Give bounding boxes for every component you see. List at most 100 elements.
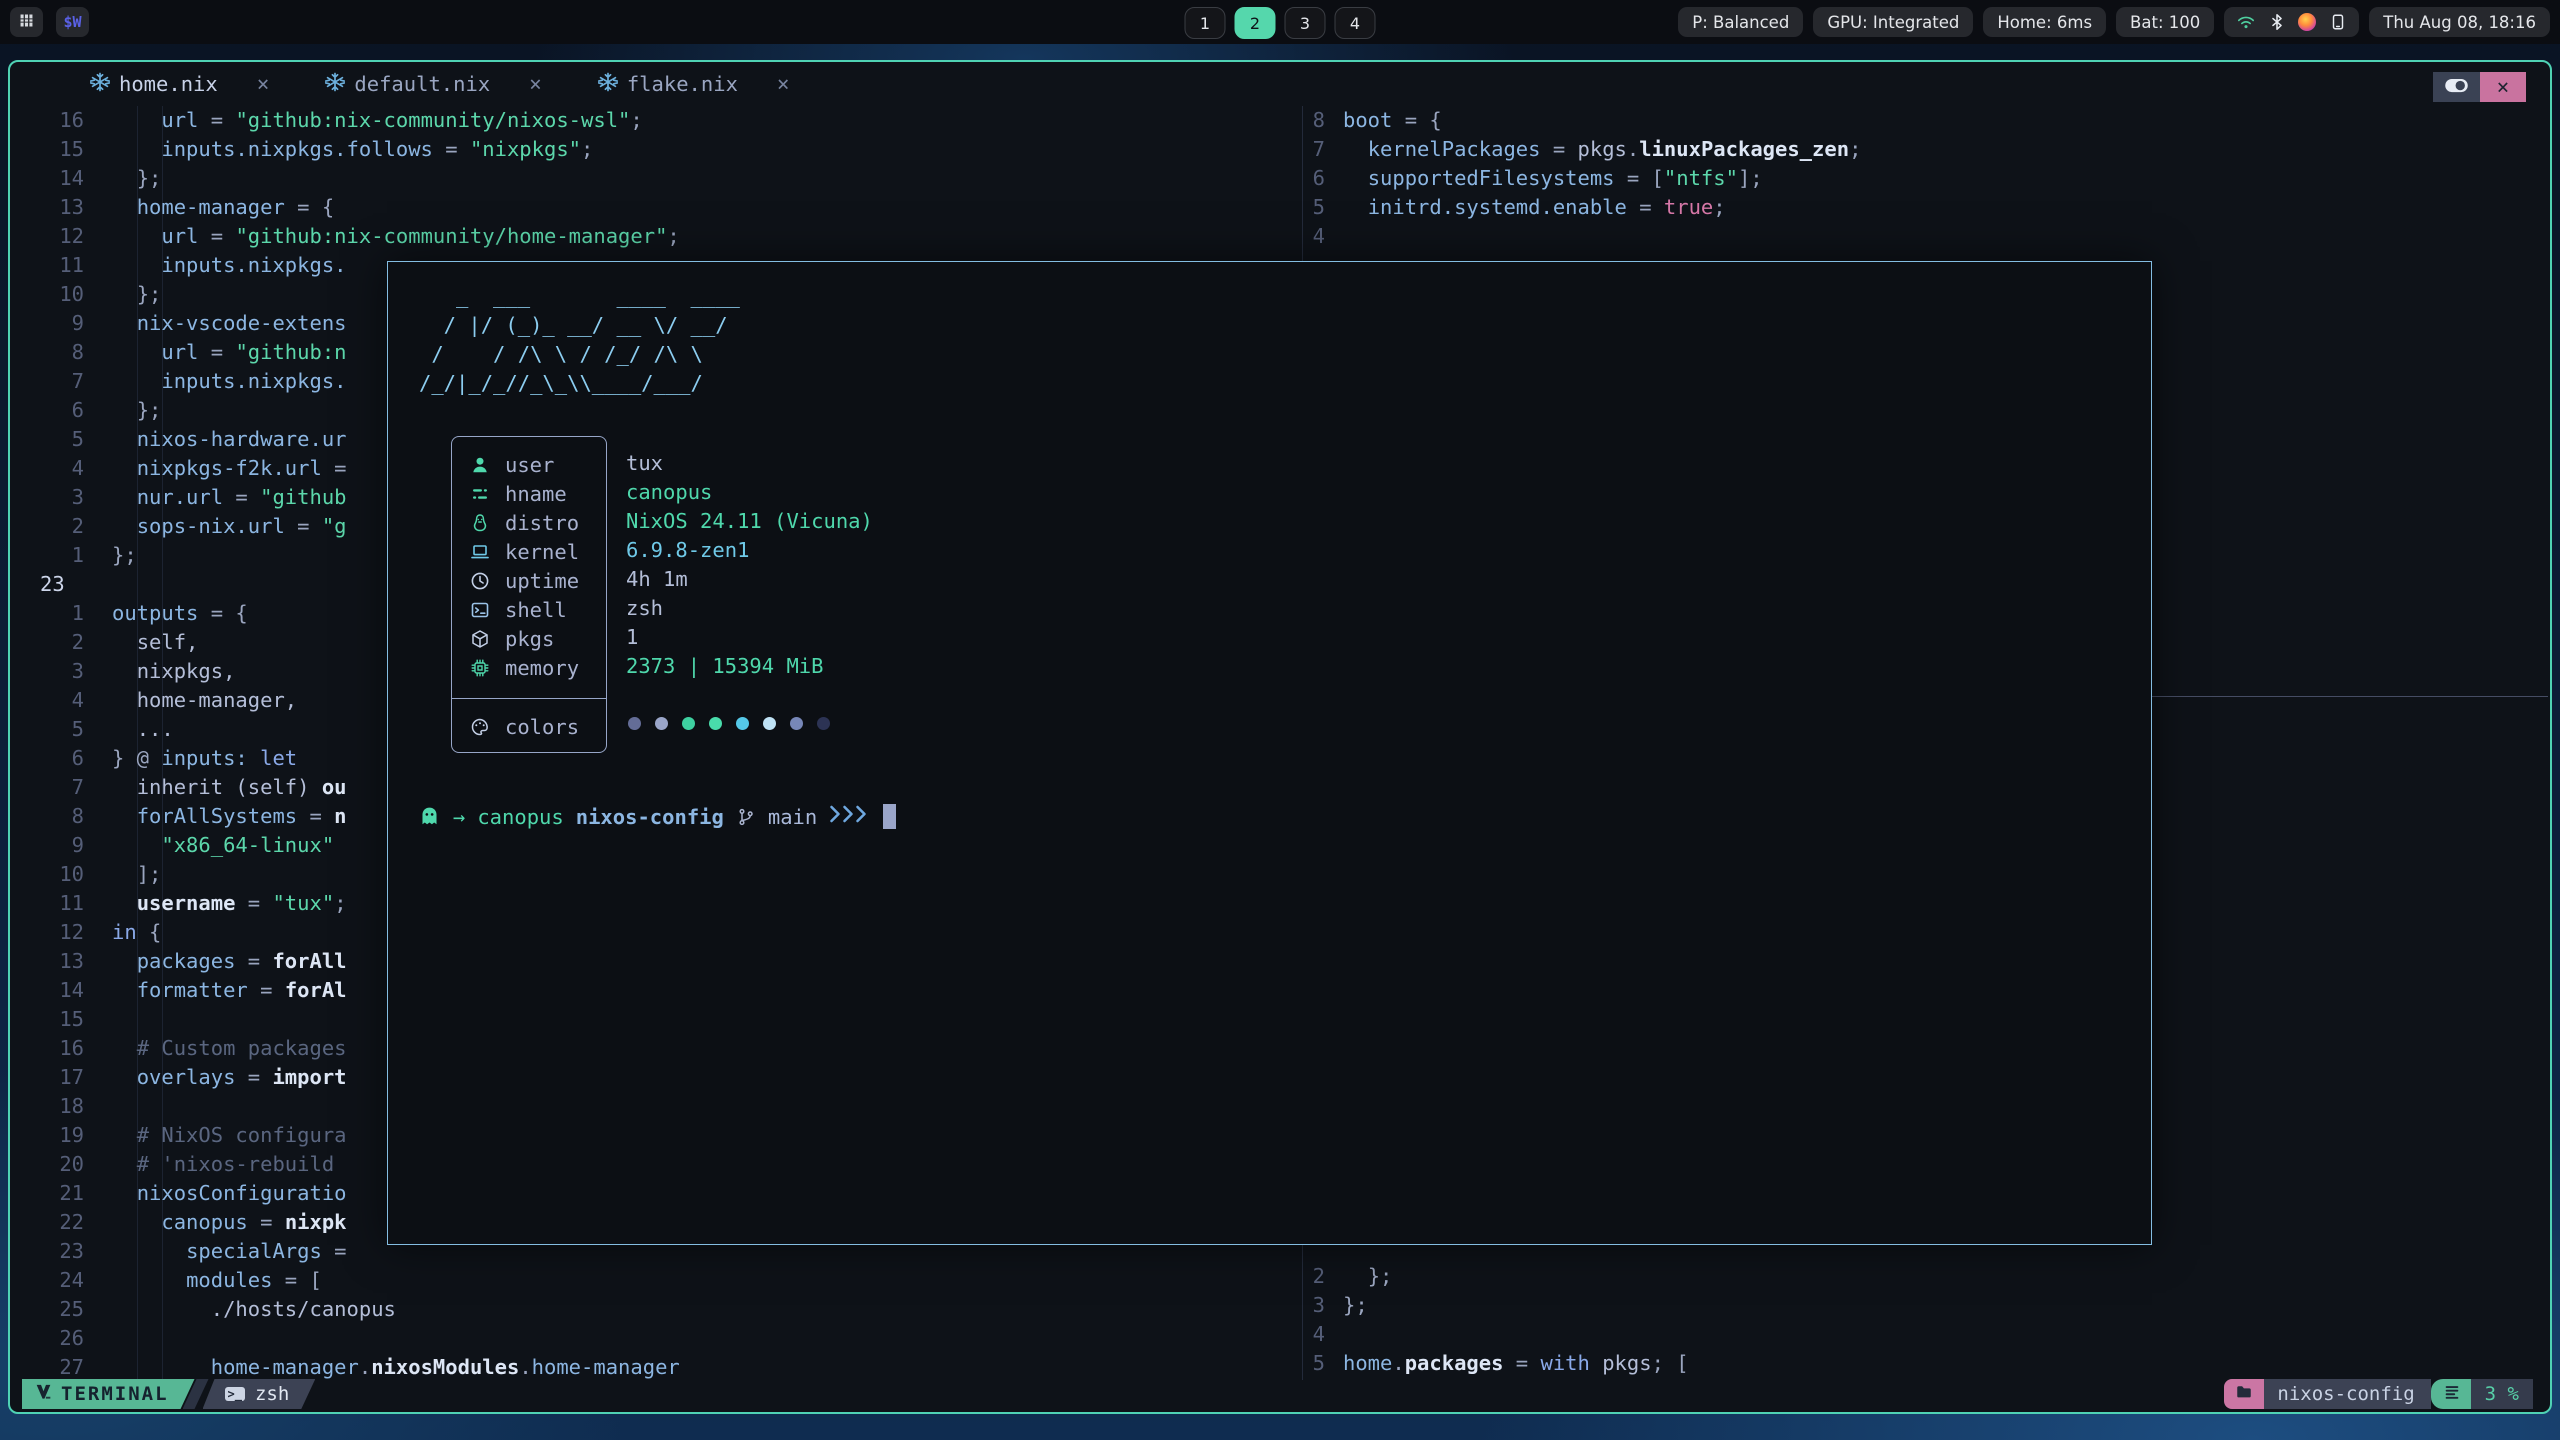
line-number: 6 [10, 744, 98, 773]
status-pill[interactable]: Home: 6ms [1983, 7, 2106, 37]
line-number: 22 [10, 1208, 98, 1237]
code-line: 4 [1293, 222, 2548, 251]
tab-close-icon[interactable]: × [777, 72, 790, 96]
line-number: 11 [10, 251, 98, 280]
code-text [98, 1005, 112, 1034]
code-text: nixosConfiguratio [98, 1179, 347, 1208]
fetch-label: kernel [505, 540, 579, 564]
line-number: 20 [10, 1150, 98, 1179]
code-line: 13 home-manager = { [10, 193, 1300, 222]
code-line: 26 [10, 1324, 1300, 1353]
line-number: 16 [10, 106, 98, 135]
line-number: 6 [10, 396, 98, 425]
code-line: 14 }; [10, 164, 1300, 193]
palette-dot [709, 717, 722, 730]
line-number: 13 [10, 193, 98, 222]
mode-indicator[interactable]: TERMINAL [22, 1379, 195, 1409]
code-text: canopus = nixpk [98, 1208, 347, 1237]
editor-pane-right-top[interactable]: 8boot = {7 kernelPackages = pkgs.linuxPa… [1293, 106, 2548, 251]
line-number: 7 [10, 773, 98, 802]
code-text: forAllSystems = n [98, 802, 347, 831]
palette-dot [736, 717, 749, 730]
line-number: 14 [10, 164, 98, 193]
code-text: home-manager = { [98, 193, 334, 222]
clock-pill[interactable]: Thu Aug 08, 18:16 [2369, 7, 2550, 37]
line-number: 5 [1293, 193, 1337, 222]
tab-close-icon[interactable]: × [257, 72, 270, 96]
code-text: supportedFilesystems = ["ntfs"]; [1337, 164, 1763, 193]
code-text: overlays = import [98, 1063, 347, 1092]
code-text: specialArgs = [98, 1237, 347, 1266]
prompt-directory: nixos-config [576, 805, 724, 829]
code-text: nix-vscode-extens [98, 309, 347, 338]
prompt-hostname: canopus [477, 805, 563, 829]
workspace-button-1[interactable]: 1 [1185, 7, 1226, 39]
status-pill[interactable]: GPU: Integrated [1813, 7, 1973, 37]
phone-icon [2328, 13, 2347, 32]
system-tray[interactable] [2224, 7, 2359, 37]
status-pill-group: P: Balanced GPU: Integrated Home: 6ms Bat: … [1678, 7, 2214, 37]
floating-terminal-pane[interactable]: _ ___ ____ ____ / |/ (_)_ __/ __ \/ __/ … [387, 261, 2152, 1245]
terminal-prompt-icon: >_ [225, 1387, 245, 1401]
tab-flake.nix[interactable]: flake.nix× [598, 72, 790, 97]
line-number: 4 [1293, 1320, 1337, 1349]
line-number: 4 [1293, 222, 1337, 251]
fetch-label: uptime [505, 569, 579, 593]
workspace-button-2[interactable]: 2 [1235, 7, 1276, 39]
code-text: boot = { [1337, 106, 1442, 135]
code-line: 25 ./hosts/canopus [10, 1295, 1300, 1324]
editor-tab-bar: home.nix× default.nix× flake.nix× [10, 62, 2550, 106]
app-launcher-button[interactable] [10, 7, 43, 37]
editor-pane-right-bottom[interactable]: 2 };3};45home.packages = with pkgs; [ [1293, 1262, 2548, 1378]
code-text: nixpkgs, [98, 657, 235, 686]
workspace-button-3[interactable]: 3 [1285, 7, 1326, 39]
fetch-label: hname [505, 482, 567, 506]
code-text: home-manager.nixosModules.home-manager [98, 1353, 680, 1380]
status-pill[interactable]: P: Balanced [1678, 7, 1803, 37]
line-number: 27 [10, 1353, 98, 1380]
clock-label: Thu Aug 08, 18:16 [2383, 13, 2536, 32]
close-button[interactable]: × [2480, 72, 2526, 102]
code-text: self, [98, 628, 198, 657]
code-text: modules = [ [98, 1266, 322, 1295]
line-number: 4 [10, 686, 98, 715]
terminal-window: home.nix×default.nix×flake.nix× × 16 url… [8, 60, 2552, 1414]
code-line: 6 supportedFilesystems = ["ntfs"]; [1293, 164, 2548, 193]
menu-grid-icon [18, 12, 35, 33]
code-text: initrd.systemd.enable = true; [1337, 193, 1726, 222]
code-text: packages = forAll [98, 947, 347, 976]
line-number: 3 [1293, 1291, 1337, 1320]
line-number: 8 [10, 338, 98, 367]
workspace-switcher: 1234 [1185, 7, 1376, 39]
code-line: 3}; [1293, 1291, 2548, 1320]
fetch-box-divider [452, 698, 606, 699]
workspace-button-4[interactable]: 4 [1335, 7, 1376, 39]
arrow-right-icon: → [453, 805, 465, 829]
distro-icon [469, 512, 490, 533]
directory-segment[interactable]: nixos-config [2264, 1379, 2430, 1409]
line-number: 7 [10, 367, 98, 396]
status-pill[interactable]: Bat: 100 [2116, 7, 2214, 37]
packages-icon [469, 628, 490, 649]
code-text: nixpkgs-f2k.url = [98, 454, 347, 483]
palette-icon [469, 716, 490, 737]
fetch-row-colors: colors [452, 712, 606, 741]
line-number: 2 [10, 512, 98, 541]
code-text: outputs = { [98, 599, 248, 628]
logo-button[interactable]: $W [56, 7, 89, 37]
topbar-left-group: $W [10, 7, 89, 37]
shell-tab[interactable]: >_ zsh [203, 1379, 316, 1409]
code-text [98, 570, 112, 599]
tab-default.nix[interactable]: default.nix× [325, 72, 541, 97]
code-text: # NixOS configura [98, 1121, 347, 1150]
scroll-position-segment[interactable]: 3 % [2471, 1379, 2533, 1409]
tab-home.nix[interactable]: home.nix× [90, 72, 269, 97]
fetch-value-kernel: 6.9.8-zen1 [626, 536, 873, 565]
pin-toggle-button[interactable] [2433, 72, 2480, 102]
fetch-label: shell [505, 598, 567, 622]
directory-segment-icon [2224, 1379, 2264, 1409]
fetch-row-memory: memory [452, 653, 606, 682]
kernel-icon [469, 541, 490, 562]
line-number: 12 [10, 918, 98, 947]
tab-close-icon[interactable]: × [529, 72, 542, 96]
